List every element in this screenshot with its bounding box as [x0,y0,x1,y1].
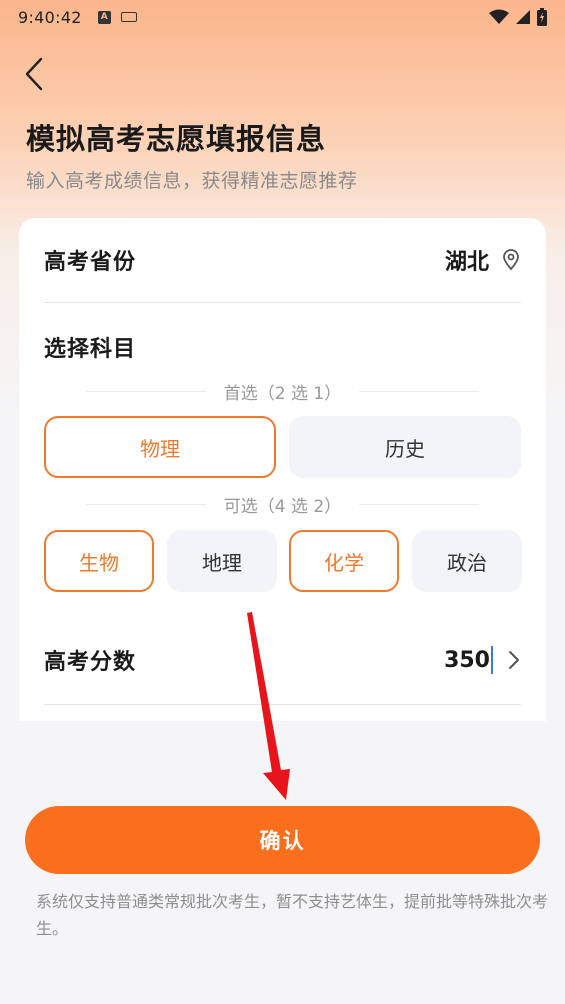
score-row[interactable]: 高考分数 350 [44,640,521,680]
subject-label: 选择科目 [44,337,137,362]
status-right [489,8,547,26]
divider [359,390,480,392]
divider [44,704,521,705]
back-button[interactable] [14,54,54,94]
subject-option-biology[interactable]: 生物 [44,530,154,592]
score-value: 350 [444,647,490,673]
primary-group-label: 首选（2 选 1） [223,383,342,404]
notification-a-icon: A [97,10,111,24]
confirm-button[interactable]: 确认 [25,806,540,874]
province-value: 湖北 [444,250,489,275]
optional-group-label: 可选（4 选 2） [223,496,342,517]
subject-option-chemistry[interactable]: 化学 [289,530,399,592]
optional-group-title: 可选（4 选 2） [44,492,521,517]
subject-option-politics[interactable]: 政治 [412,530,522,592]
divider [85,503,206,505]
page-subtitle: 输入高考成绩信息，获得精准志愿推荐 [26,170,358,192]
page-title: 模拟高考志愿填报信息 [26,122,327,156]
divider [85,390,206,392]
subject-option-physics[interactable]: 物理 [44,416,276,478]
score-label: 高考分数 [44,650,137,675]
keyboard-icon [120,12,137,22]
subject-row: 选择科目 [44,327,521,367]
text-cursor [491,646,493,674]
location-pin-icon [503,249,519,271]
chevron-right-icon [509,651,519,669]
divider [44,302,521,303]
province-row[interactable]: 高考省份 湖北 [44,240,521,280]
status-bar: 9:40:42 A [0,0,565,34]
wifi-icon [489,9,509,24]
notice-text: 系统仅支持普通类常规批次考生，暂不支持艺体生，提前批等特殊批次考生。 [36,892,549,938]
signal-icon [516,10,530,24]
status-time: 9:40:42 [18,7,82,27]
chevron-left-icon [25,57,43,91]
subject-option-geography[interactable]: 地理 [167,530,277,592]
province-label: 高考省份 [44,250,137,275]
info-card: 高考省份 湖北 选择科目 首选（2 选 1） 物理 历史 可选（4 选 2） 生… [19,218,546,721]
battery-icon [537,8,547,26]
score-input[interactable]: 350 [444,646,493,674]
divider [359,503,480,505]
subject-option-history[interactable]: 历史 [289,416,521,478]
primary-group-title: 首选（2 选 1） [44,379,521,404]
